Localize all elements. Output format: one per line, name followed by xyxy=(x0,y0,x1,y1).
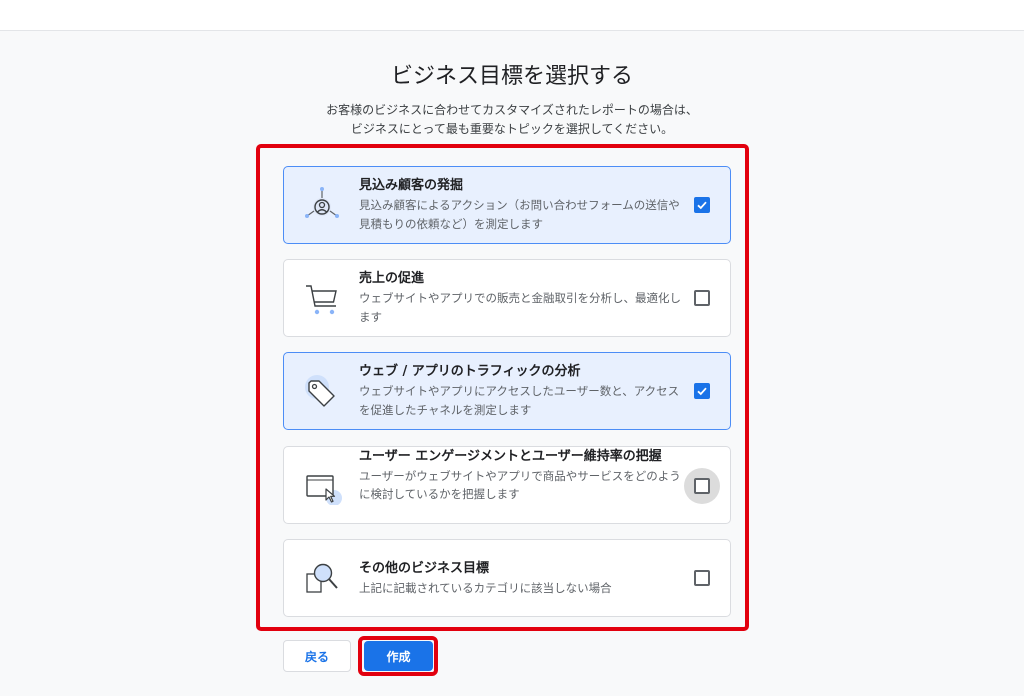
option-card-drive-sales[interactable]: 売上の促進 ウェブサイトやアプリでの販売と金融取引を分析し、最適化します xyxy=(283,259,731,337)
option-title: ユーザー エンゲージメントとユーザー維持率の把握 xyxy=(359,449,662,464)
create-button[interactable]: 作成 xyxy=(364,641,433,671)
option-title: その他のビジネス目標 xyxy=(359,561,490,576)
option-checkbox[interactable] xyxy=(694,570,710,586)
back-button[interactable]: 戻る xyxy=(283,640,351,672)
option-checkbox-wrap[interactable] xyxy=(684,468,720,504)
option-description: ユーザーがウェブサイトやアプリで商品やサービスをどのように検討しているかを把握し… xyxy=(359,469,681,501)
option-card-lead-generation[interactable]: 見込み顧客の発掘 見込み顧客によるアクション（お問い合わせフォームの送信や見積も… xyxy=(283,166,731,244)
option-checkbox[interactable] xyxy=(694,197,710,213)
page-subtitle: お客様のビジネスに合わせてカスタマイズされたレポートの場合は、 ビジネスにとって… xyxy=(0,101,1024,139)
option-text: 見込み顧客の発掘 見込み顧客によるアクション（お問い合わせフォームの送信や見積も… xyxy=(359,176,684,234)
option-description: 見込み顧客によるアクション（お問い合わせフォームの送信や見積もりの依頼など）を測… xyxy=(359,198,680,231)
option-text: ウェブ / アプリのトラフィックの分析 ウェブサイトやアプリにアクセスしたユーザ… xyxy=(359,362,684,420)
option-description: ウェブサイトやアプリでの販売と金融取引を分析し、最適化します xyxy=(359,291,681,324)
screen-cursor-icon xyxy=(302,465,342,506)
option-description: ウェブサイトやアプリにアクセスしたユーザー数と、アクセスを促進したチャネルを測定… xyxy=(359,384,680,417)
subtitle-line-1: お客様のビジネスに合わせてカスタマイズされたレポートの場合は、 xyxy=(326,103,698,117)
option-checkbox-wrap[interactable] xyxy=(690,286,714,310)
lead-target-icon xyxy=(302,185,342,225)
option-title: ウェブ / アプリのトラフィックの分析 xyxy=(359,364,581,379)
option-checkbox[interactable] xyxy=(694,478,710,494)
option-checkbox[interactable] xyxy=(694,383,710,399)
option-checkbox[interactable] xyxy=(694,290,710,306)
option-checkbox-wrap[interactable] xyxy=(690,193,714,217)
checkmark-icon xyxy=(697,387,707,396)
option-checkbox-wrap[interactable] xyxy=(690,379,714,403)
option-title: 見込み顧客の発掘 xyxy=(359,178,464,193)
page-title: ビジネス目標を選択する xyxy=(390,64,633,89)
option-card-engagement-retention[interactable]: ユーザー エンゲージメントとユーザー維持率の把握 ユーザーがウェブサイトやアプリ… xyxy=(283,446,731,524)
option-text: 売上の促進 ウェブサイトやアプリでの販売と金融取引を分析し、最適化します xyxy=(359,269,684,327)
option-card-traffic-analysis[interactable]: ウェブ / アプリのトラフィックの分析 ウェブサイトやアプリにアクセスしたユーザ… xyxy=(283,352,731,430)
option-checkbox-wrap[interactable] xyxy=(690,566,714,590)
top-bar xyxy=(0,0,1024,31)
option-text: ユーザー エンゲージメントとユーザー維持率の把握 ユーザーがウェブサイトやアプリ… xyxy=(359,446,684,503)
shopping-cart-icon xyxy=(302,278,342,318)
option-description: 上記に記載されているカテゴリに該当しない場合 xyxy=(359,581,612,595)
subtitle-line-2: ビジネスにとって最も重要なトピックを選択してください。 xyxy=(350,122,674,136)
option-title: 売上の促進 xyxy=(359,271,425,286)
magnifier-icon xyxy=(302,558,342,598)
tag-icon xyxy=(302,371,342,411)
option-text: その他のビジネス目標 上記に記載されているカテゴリに該当しない場合 xyxy=(359,559,684,598)
option-card-other-objective[interactable]: その他のビジネス目標 上記に記載されているカテゴリに該当しない場合 xyxy=(283,539,731,617)
checkmark-icon xyxy=(697,201,707,210)
